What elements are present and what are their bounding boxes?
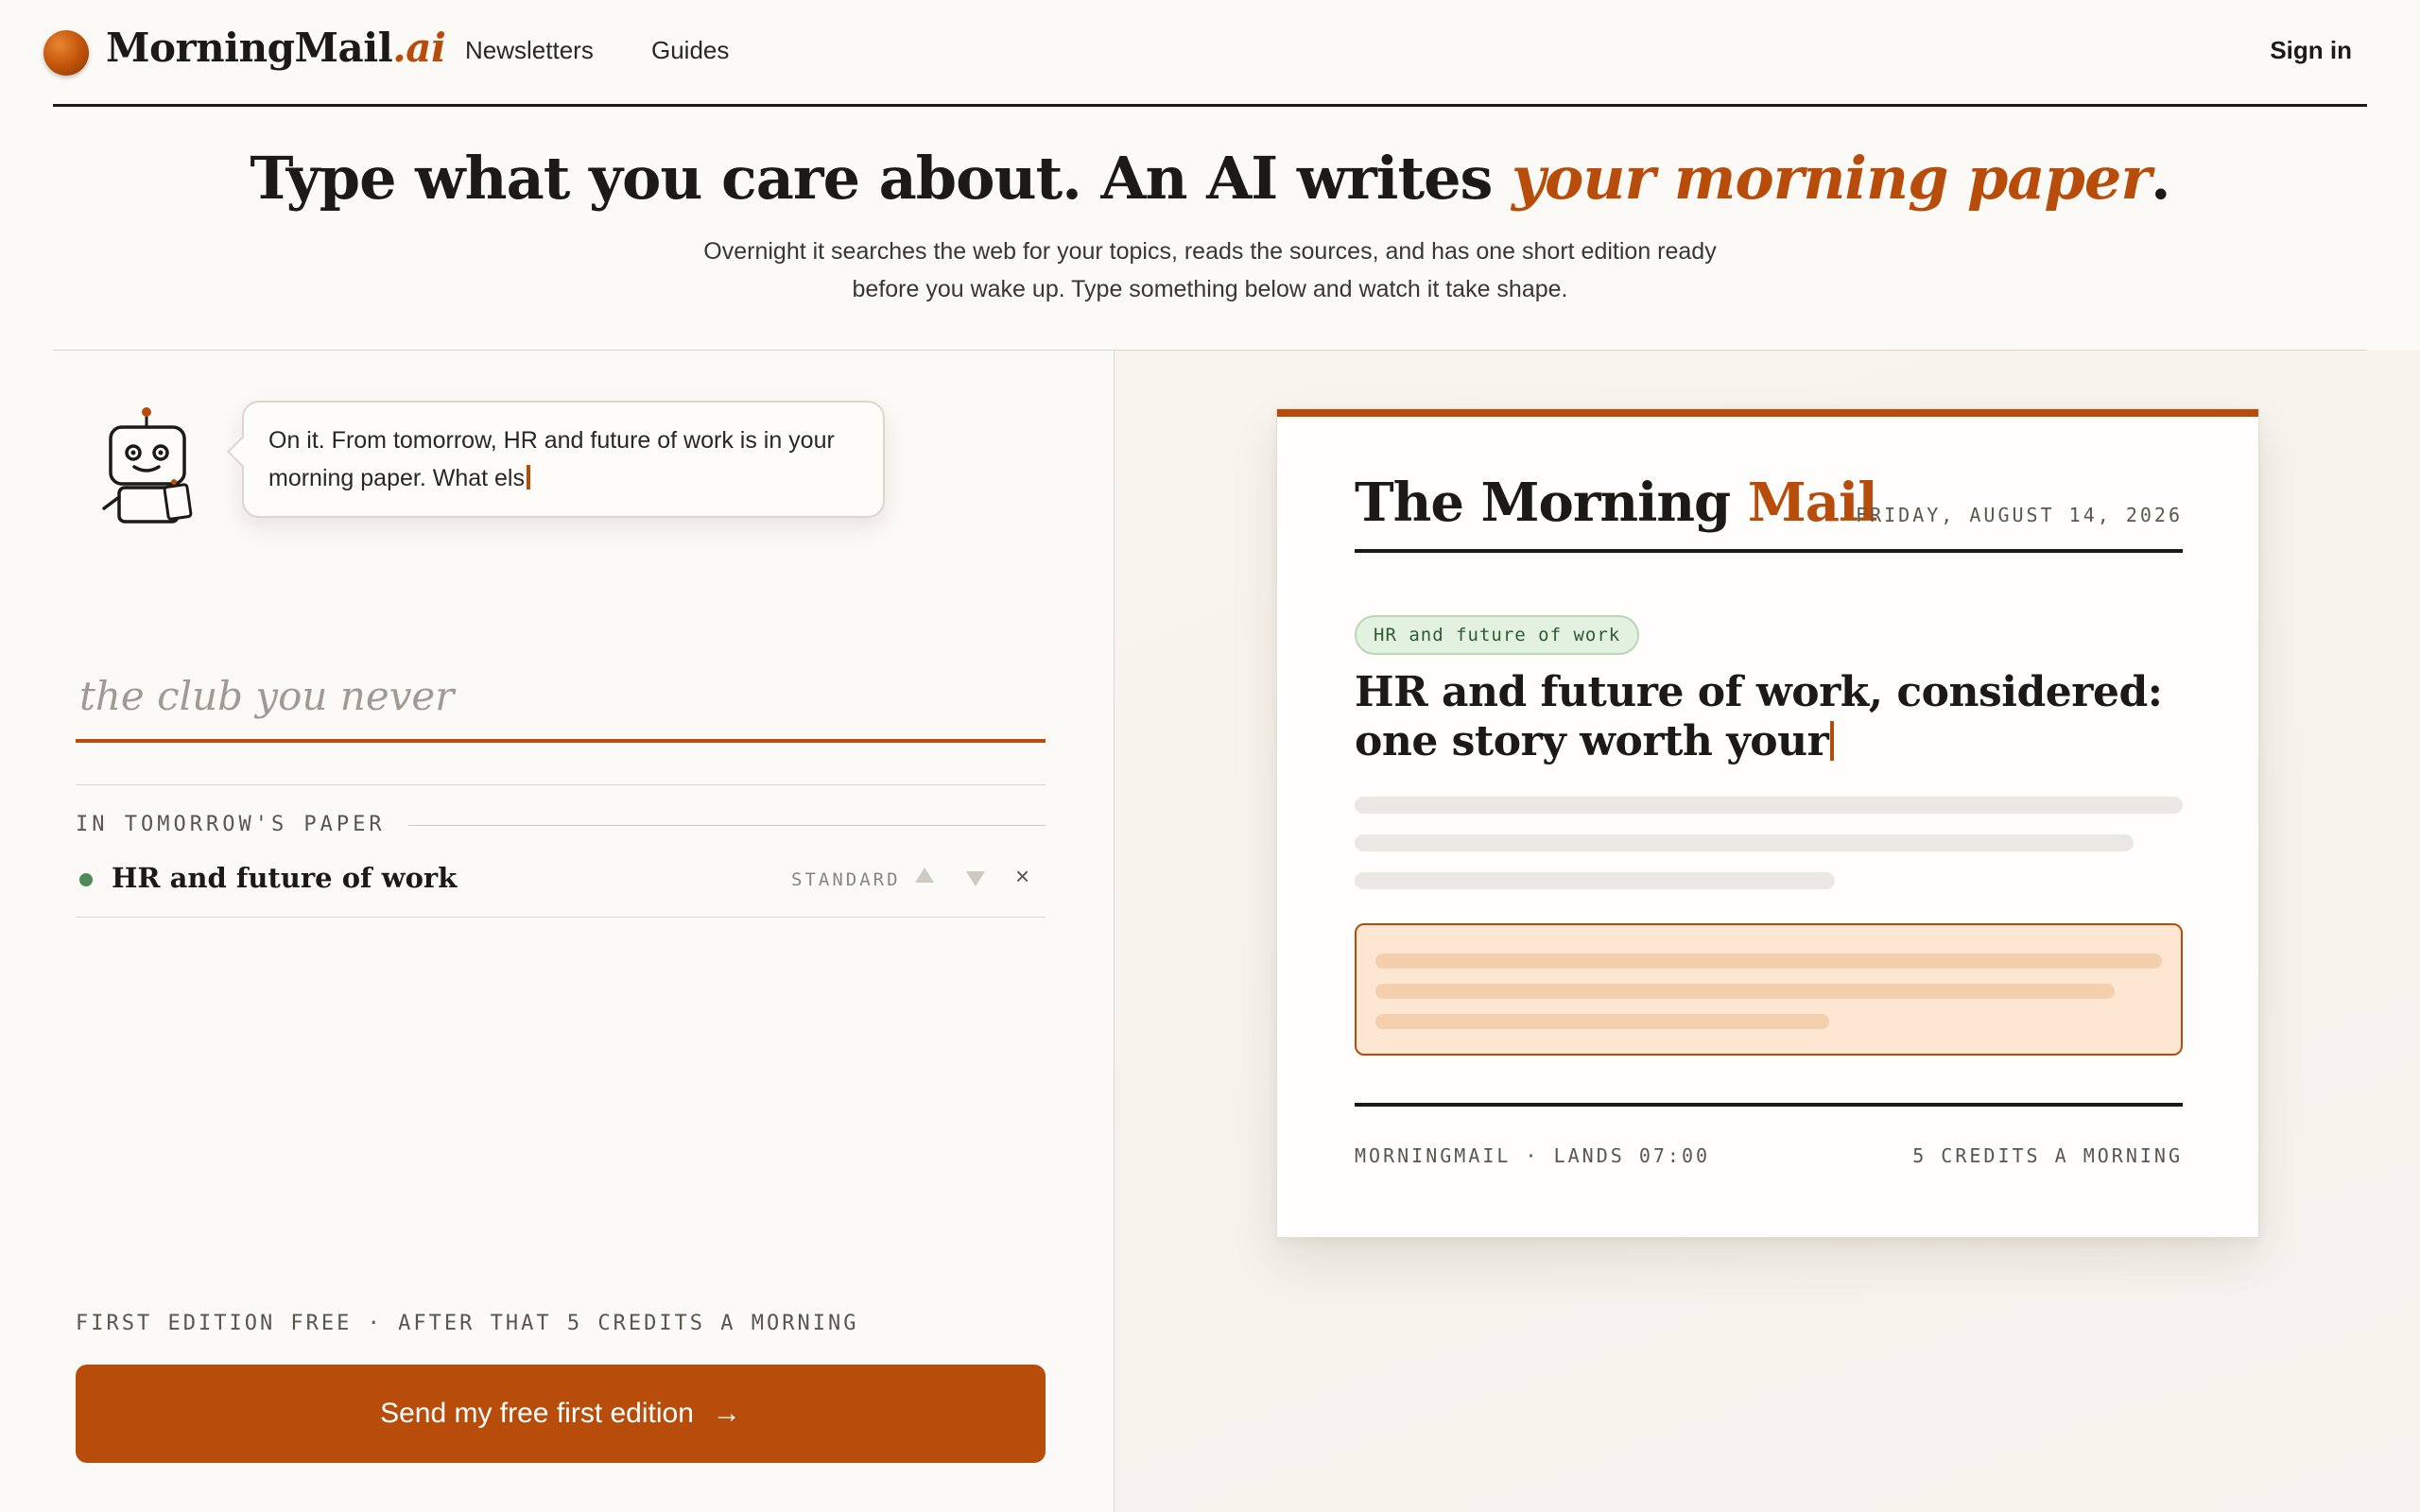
topic-input[interactable] — [76, 652, 1046, 743]
list-label: IN TOMORROW'S PAPER — [76, 813, 408, 836]
paper-footer-rule — [1355, 1103, 2183, 1107]
skeleton-line — [1355, 834, 2134, 851]
cta-label: Send my free first edition — [380, 1398, 694, 1429]
paper-footer-right: 5 CREDITS A MORNING — [1912, 1144, 2183, 1167]
logo-icon[interactable] — [43, 30, 89, 76]
brand-name: MorningMail — [106, 25, 393, 71]
nav-guides[interactable]: Guides — [651, 36, 729, 65]
paper-headline-text: HR and future of work, considered: one s… — [1355, 668, 2163, 765]
hero-title-accent: your morning paper — [1512, 144, 2152, 213]
typing-caret — [526, 465, 530, 490]
paper-title-main: The Morning — [1355, 472, 1748, 534]
headline-caret — [1830, 721, 1835, 761]
assistant-message-bubble: On it. From tomorrow, HR and future of w… — [242, 401, 885, 518]
top-bar: MorningMail.ai Newsletters Guides Sign i… — [0, 0, 2420, 106]
paper-accent-bar — [1277, 409, 2258, 417]
hero-subtitle-line2: before you wake up. Type something below… — [852, 276, 1568, 302]
newspaper-preview: The Morning Mail FRIDAY, AUGUST 14, 2026… — [1276, 408, 2259, 1238]
paper-headline: HR and future of work, considered: one s… — [1355, 668, 2183, 766]
topic-tier-toggle[interactable]: STANDARD — [791, 869, 901, 890]
robot-icon — [102, 407, 193, 524]
pricing-note: FIRST EDITION FREE · AFTER THAT 5 CREDIT… — [76, 1312, 859, 1335]
move-up-icon[interactable] — [915, 868, 934, 883]
hero-subtitle: Overnight it searches the web for your t… — [643, 232, 1777, 308]
hero-title-end: . — [2151, 144, 2171, 213]
hero-subtitle-line1: Overnight it searches the web for your t… — [703, 238, 1717, 265]
highlight-skeleton-line — [1375, 954, 2162, 969]
sign-in-link[interactable]: Sign in — [2270, 36, 2352, 65]
skeleton-line — [1355, 797, 2183, 814]
remove-topic-icon[interactable]: × — [1015, 862, 1029, 891]
paper-title: The Morning Mail — [1355, 472, 1878, 534]
send-first-edition-button[interactable]: Send my free first edition → — [76, 1365, 1046, 1463]
paper-footer-left: MORNINGMAIL · LANDS 07:00 — [1355, 1144, 1711, 1167]
highlight-skeleton-line — [1375, 984, 2115, 999]
panel-divider — [1114, 351, 1115, 1512]
paper-masthead-rule — [1355, 549, 2183, 553]
hero-title-main: Type what you care about. An AI writes — [250, 144, 1512, 213]
move-down-icon[interactable] — [966, 871, 985, 886]
skeleton-line — [1355, 872, 1835, 889]
header-divider — [53, 104, 2367, 107]
arrow-right-icon: → — [712, 1398, 741, 1429]
topic-name: HR and future of work — [112, 862, 458, 894]
list-top-divider — [76, 784, 1046, 785]
paper-date: FRIDAY, AUGUST 14, 2026 — [1856, 504, 2183, 526]
brand-logo[interactable]: MorningMail.ai — [106, 25, 446, 71]
nav-newsletters[interactable]: Newsletters — [465, 36, 594, 65]
topic-status-dot — [79, 873, 93, 886]
assistant-message-text: On it. From tomorrow, HR and future of w… — [268, 427, 835, 491]
list-bottom-divider — [76, 917, 1046, 918]
highlight-callout — [1355, 923, 2183, 1056]
topic-row: HR and future of work STANDARD × — [76, 850, 1046, 919]
topic-tag: HR and future of work — [1355, 615, 1640, 655]
highlight-skeleton-line — [1375, 1014, 1829, 1029]
hero-title: Type what you care about. An AI writes y… — [0, 144, 2420, 213]
brand-suffix: .ai — [392, 25, 446, 71]
